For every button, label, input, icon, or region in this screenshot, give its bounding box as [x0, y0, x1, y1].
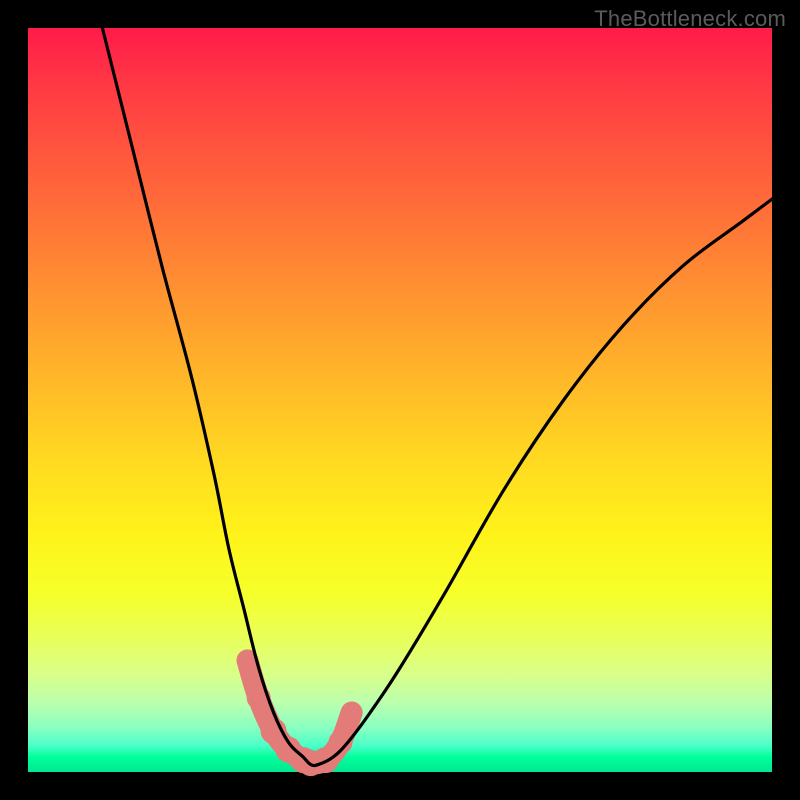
- marker-layer: [237, 650, 361, 776]
- chart-svg: [28, 28, 772, 772]
- chart-frame: TheBottleneck.com: [0, 0, 800, 800]
- marker-dot: [342, 702, 362, 722]
- bottleneck-curve: [102, 28, 772, 766]
- plot-area: [28, 28, 772, 772]
